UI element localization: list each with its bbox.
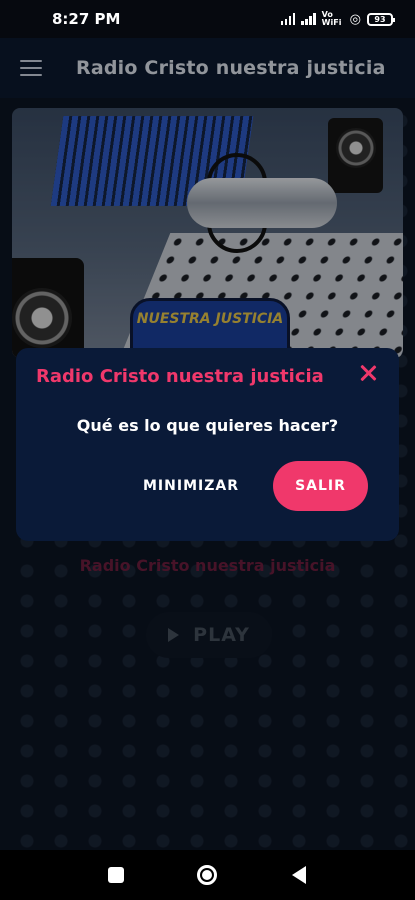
- signal-icon-2: [301, 13, 316, 25]
- exit-button[interactable]: SALIR: [273, 461, 368, 511]
- triangle-back-icon[interactable]: [292, 866, 306, 884]
- close-icon[interactable]: [357, 362, 379, 384]
- status-time: 8:27 PM: [52, 10, 121, 28]
- signal-icon: [280, 13, 296, 25]
- vowifi-label: Vo WiFi: [321, 10, 342, 27]
- dialog-title: Radio Cristo nuestra justicia: [36, 366, 324, 387]
- wifi-icon: ◎: [349, 11, 361, 27]
- exit-dialog: Radio Cristo nuestra justicia Qué es lo …: [16, 348, 399, 541]
- circle-home-icon[interactable]: [197, 865, 217, 885]
- square-recents-icon[interactable]: [108, 867, 124, 883]
- battery-icon: 93: [367, 12, 395, 26]
- status-bar: 8:27 PM Vo WiFi ◎ 93: [0, 0, 415, 38]
- system-nav-bar: [0, 850, 415, 900]
- status-icons: Vo WiFi ◎ 93: [280, 10, 395, 27]
- dialog-message: Qué es lo que quieres hacer?: [76, 416, 339, 435]
- minimize-button[interactable]: MINIMIZAR: [128, 464, 254, 508]
